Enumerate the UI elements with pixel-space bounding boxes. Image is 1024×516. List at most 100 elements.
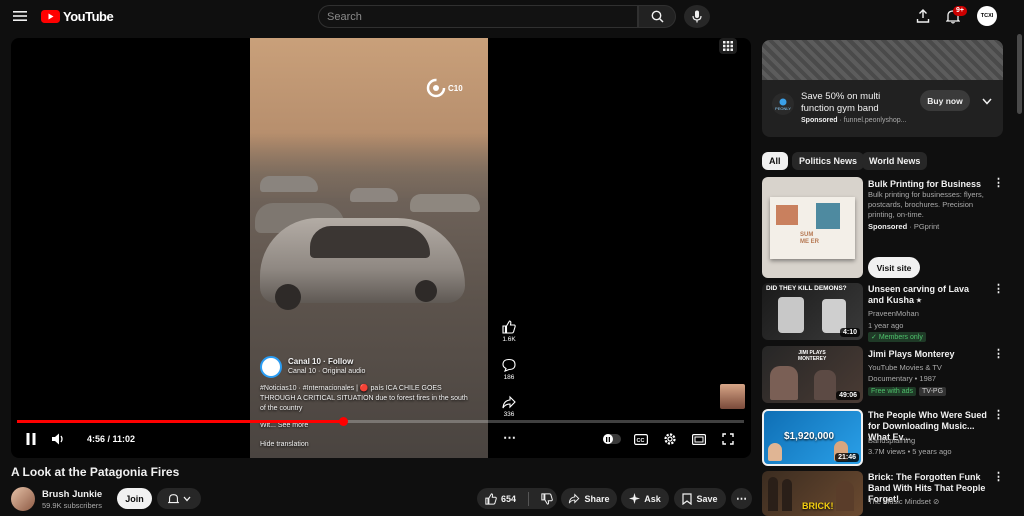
burnt-car-bg-1 <box>260 176 318 192</box>
burnt-car-window <box>310 226 430 258</box>
ad-expand-button[interactable] <box>979 93 995 109</box>
subscribe-notification-button[interactable] <box>157 488 201 509</box>
bell-icon <box>167 493 179 503</box>
rec-thumb-text: DID THEY KILL DEMONS? <box>766 285 847 292</box>
brochure-text: SUM ME ER <box>800 232 820 245</box>
overlay-follow-link[interactable]: Follow <box>328 357 353 366</box>
apps-grid-icon[interactable] <box>719 38 737 54</box>
ask-button[interactable]: Ask <box>621 488 669 509</box>
duration-badge: 21:46 <box>835 453 859 462</box>
rating-badge: TV-PG <box>919 387 947 396</box>
progress-bar[interactable] <box>17 417 744 426</box>
rec-channel[interactable]: Bandsplaining <box>868 436 915 446</box>
progress-fill <box>17 420 343 423</box>
video-player[interactable]: C10 Canal 10 · Follow Canal 10 · Origina… <box>11 38 751 458</box>
overlay-share-action[interactable]: 336 <box>499 395 519 418</box>
volume-button[interactable] <box>51 431 67 447</box>
rec-thumbnail[interactable]: DID THEY KILL DEMONS? 4:10 <box>762 283 863 340</box>
overlay-channel-name: Canal 10 <box>288 357 321 366</box>
burnt-car-wheel-front <box>275 284 301 310</box>
fullscreen-button[interactable] <box>720 431 736 447</box>
band-member-2 <box>782 479 792 511</box>
theater-icon <box>692 433 706 445</box>
sponsored-menu-icon[interactable]: ⋮ <box>993 178 1004 189</box>
youtube-logo[interactable]: YouTube <box>41 9 114 24</box>
chip-politics-news[interactable]: Politics News <box>792 152 865 170</box>
rec-meta: 1 year ago <box>868 321 904 330</box>
sponsored-advertiser: PGprint <box>913 222 940 231</box>
chevron-down-icon <box>982 98 992 105</box>
channel-name[interactable]: Brush Junkie <box>42 489 102 500</box>
create-upload-button[interactable] <box>914 7 932 25</box>
performer-figure-2 <box>814 370 836 400</box>
rec-channel[interactable]: PraveenMohan <box>868 309 919 319</box>
save-button[interactable]: Save <box>674 488 726 509</box>
captions-button[interactable]: CC <box>633 431 649 447</box>
overlay-hide-translation[interactable]: Hide translation <box>260 440 309 450</box>
pause-icon <box>26 433 36 445</box>
like-dislike-group: 654 <box>477 488 557 509</box>
like-divider <box>528 491 530 506</box>
overlay-like-action[interactable]: 1.6K <box>499 320 519 343</box>
overlay-channel-row: Canal 10 · Follow Canal 10 · Original au… <box>260 356 365 378</box>
dislike-button[interactable] <box>541 492 553 505</box>
sponsored-thumbnail[interactable]: SUM ME ER <box>762 177 863 278</box>
rec-title[interactable]: Jimi Plays Monterey <box>868 349 986 360</box>
rec-thumb-text: BRICK! <box>802 501 834 511</box>
microphone-icon <box>692 10 702 23</box>
rec-menu-icon[interactable]: ⋮ <box>993 349 1004 360</box>
avatar[interactable]: TCXI <box>977 6 997 26</box>
rec-thumbnail[interactable]: BRICK! <box>762 471 863 516</box>
rec-thumbnail[interactable]: $1,920,000 21:46 <box>762 409 863 466</box>
chip-all[interactable]: All <box>762 152 788 170</box>
search-button[interactable] <box>638 5 676 28</box>
settings-button[interactable] <box>662 431 678 447</box>
more-actions-icon[interactable]: ⋯ <box>731 488 752 509</box>
comment-icon <box>502 358 516 372</box>
overlay-comment-action[interactable]: 186 <box>499 358 519 381</box>
channel-avatar[interactable] <box>11 487 35 511</box>
rec-menu-icon[interactable]: ⋮ <box>993 472 1004 483</box>
like-button[interactable]: 654 <box>485 492 516 505</box>
rec-meta: 3.7M views • 5 years ago <box>868 447 952 456</box>
rec-meta: Documentary • 1987 <box>868 374 937 383</box>
chip-world-news[interactable]: World News <box>862 152 928 170</box>
ad-card[interactable]: PEONLY Save 50% on multi function gym ba… <box>762 40 1003 137</box>
menu-icon[interactable] <box>12 8 28 24</box>
rec-title[interactable]: Unseen carving of Lava and Kusha ⭑ <box>868 284 986 306</box>
rec-thumbnail[interactable]: JIMI PLAYS MONTEREY 49:06 <box>762 346 863 403</box>
masthead: YouTube 9+ TCXI <box>0 0 1024 32</box>
thumb-up-icon <box>502 320 516 334</box>
rec-menu-icon[interactable]: ⋮ <box>993 284 1004 295</box>
upload-icon <box>916 9 930 23</box>
theater-mode-button[interactable] <box>691 431 707 447</box>
members-only-badge: ✓ Members only <box>868 332 926 342</box>
visit-site-button[interactable]: Visit site <box>868 257 920 278</box>
pause-button[interactable] <box>23 431 39 447</box>
search-input[interactable] <box>318 5 638 28</box>
rec-channel[interactable]: YouTube Movies & TV <box>868 363 942 373</box>
sponsored-title[interactable]: Bulk Printing for Business <box>868 179 988 190</box>
performer-figure-1 <box>770 366 798 400</box>
logo-text: YouTube <box>63 9 114 24</box>
creator-thumbnail[interactable] <box>720 384 745 409</box>
captions-icon: CC <box>634 433 648 445</box>
overlay-caption: #Noticias10 · #Internacionales | 🔴 país … <box>260 385 468 412</box>
brochure-photo-2 <box>816 203 840 229</box>
overlay-more-icon[interactable]: ⋯ <box>501 431 517 444</box>
band-member-1 <box>768 477 778 511</box>
autoplay-toggle[interactable] <box>603 434 621 444</box>
voice-search-button[interactable] <box>684 5 710 28</box>
ad-logo: PEONLY <box>772 93 794 115</box>
volume-icon <box>52 433 63 445</box>
rec-channel[interactable]: The Music Mindset ⊘ <box>868 497 939 507</box>
page-scrollbar[interactable] <box>1017 34 1022 114</box>
buy-now-button[interactable]: Buy now <box>920 90 970 111</box>
share-button[interactable]: Share <box>561 488 617 509</box>
rec-menu-icon[interactable]: ⋮ <box>993 410 1004 421</box>
carving-figure-1 <box>778 297 804 333</box>
progress-scrubber[interactable] <box>338 417 348 426</box>
autoplay-toggle-knob <box>603 434 613 444</box>
share-icon <box>502 395 516 409</box>
join-button[interactable]: Join <box>117 488 152 509</box>
